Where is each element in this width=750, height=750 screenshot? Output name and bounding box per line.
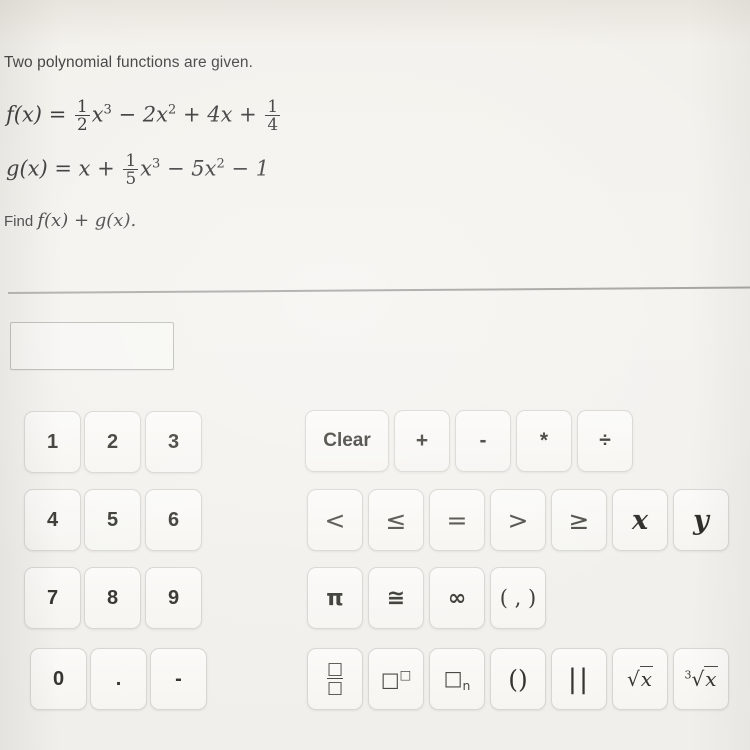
equation-g-term1-exponent: 3 bbox=[152, 156, 161, 172]
equation-g-term1-variable: x bbox=[140, 156, 152, 181]
equation-f-leading-fraction-denominator: 2 bbox=[75, 114, 90, 135]
key-2[interactable]: 2 bbox=[84, 411, 141, 473]
subscript-template-index: n bbox=[462, 677, 471, 693]
answer-input[interactable] bbox=[10, 322, 174, 370]
key-8[interactable]: 8 bbox=[84, 567, 141, 629]
equation-f-constant-fraction-denominator: 4 bbox=[265, 114, 281, 135]
equation-f-name: f(x) bbox=[6, 102, 43, 127]
key-equals[interactable]: = bbox=[429, 489, 485, 551]
key-nth-root[interactable]: 3√x bbox=[673, 648, 729, 710]
key-pi[interactable]: π bbox=[307, 567, 363, 629]
key-infinity[interactable]: ∞ bbox=[429, 567, 485, 629]
problem-instruction: Find f(x) + g(x). bbox=[4, 210, 136, 231]
key-1[interactable]: 1 bbox=[24, 411, 81, 473]
key-clear[interactable]: Clear bbox=[305, 410, 389, 472]
equation-g-lead-term: x + bbox=[78, 156, 115, 181]
subscript-template-icon: □n bbox=[444, 666, 471, 693]
key-absolute-value[interactable]: || bbox=[551, 648, 607, 710]
problem-prompt: Two polynomial functions are given. bbox=[4, 54, 254, 71]
equation-f-term1-variable: x bbox=[91, 102, 104, 127]
equation-f-constant-fraction-numerator: 1 bbox=[267, 96, 279, 116]
problem-instruction-prefix: Find bbox=[4, 213, 34, 230]
key-variable-x[interactable]: x bbox=[612, 489, 668, 551]
equation-g-leading-fraction-denominator: 5 bbox=[123, 168, 139, 189]
key-greater-than[interactable]: > bbox=[490, 489, 546, 551]
key-4[interactable]: 4 bbox=[24, 489, 81, 551]
key-subtract[interactable]: - bbox=[455, 410, 511, 472]
equation-g: g(x) = x + 1 5 x3 − 5x2 − 1 bbox=[6, 150, 270, 189]
key-divide[interactable]: ÷ bbox=[577, 410, 633, 472]
subscript-template-base: □ bbox=[443, 665, 463, 690]
parentheses-icon: () bbox=[508, 664, 528, 694]
key-less-than[interactable]: < bbox=[307, 489, 363, 551]
fraction-template-numerator: □ bbox=[326, 659, 344, 679]
problem-instruction-expression: f(x) + g(x). bbox=[37, 210, 137, 231]
equation-g-term2: − 5x bbox=[166, 156, 217, 181]
key-congruent[interactable]: ≅ bbox=[368, 567, 424, 629]
exponent-template-base: □ bbox=[380, 667, 400, 692]
square-root-icon: √x bbox=[626, 666, 654, 691]
key-9[interactable]: 9 bbox=[145, 567, 202, 629]
key-decimal-point[interactable]: . bbox=[90, 648, 147, 710]
key-subscript-template[interactable]: □n bbox=[429, 648, 485, 710]
key-3[interactable]: 3 bbox=[145, 411, 202, 473]
key-plus[interactable]: + bbox=[394, 410, 450, 472]
fraction-template-icon: □ □ bbox=[326, 659, 344, 698]
equation-f-term1-exponent: 3 bbox=[103, 102, 112, 118]
equation-g-term2-exponent: 2 bbox=[216, 156, 225, 172]
equation-f-leading-fraction-numerator: 1 bbox=[77, 96, 88, 116]
equation-f-term3: + 4x + bbox=[182, 102, 257, 127]
equation-g-equals: = bbox=[54, 156, 72, 181]
equation-f-leading-fraction: 1 2 bbox=[75, 96, 90, 135]
equation-f: f(x) = 1 2 x3 − 2x2 + 4x + 1 4 bbox=[6, 96, 282, 135]
equation-g-leading-fraction-numerator: 1 bbox=[125, 150, 137, 170]
key-exponent-template[interactable]: □□ bbox=[368, 648, 424, 710]
key-5[interactable]: 5 bbox=[84, 489, 141, 551]
key-0[interactable]: 0 bbox=[30, 648, 87, 710]
key-variable-y[interactable]: y bbox=[673, 489, 729, 551]
key-multiply[interactable]: * bbox=[516, 410, 572, 472]
key-fraction-template[interactable]: □ □ bbox=[307, 648, 363, 710]
section-divider bbox=[7, 286, 750, 294]
equation-g-leading-fraction: 1 5 bbox=[123, 150, 139, 189]
nth-root-radicand: x bbox=[704, 666, 718, 691]
equation-g-name: g(x) bbox=[6, 156, 48, 181]
worksheet-page: Two polynomial functions are given. f(x)… bbox=[0, 0, 750, 750]
key-parentheses[interactable]: () bbox=[490, 648, 546, 710]
exponent-template-exponent: □ bbox=[399, 666, 412, 682]
nth-root-radical: √ bbox=[691, 667, 705, 691]
equation-f-constant-fraction: 1 4 bbox=[265, 96, 281, 135]
square-root-radical: √ bbox=[626, 667, 640, 691]
key-minus-sign[interactable]: - bbox=[150, 648, 207, 710]
key-greater-than-or-equal[interactable]: ≥ bbox=[551, 489, 607, 551]
nth-root-icon: 3√x bbox=[684, 666, 718, 691]
key-6[interactable]: 6 bbox=[145, 489, 202, 551]
square-root-radicand: x bbox=[639, 666, 654, 691]
key-ordered-pair[interactable]: ( , ) bbox=[490, 567, 546, 629]
key-7[interactable]: 7 bbox=[24, 567, 81, 629]
equation-f-equals: = bbox=[48, 102, 67, 127]
key-square-root[interactable]: √x bbox=[612, 648, 668, 710]
equation-f-term2: − 2x bbox=[118, 102, 168, 127]
fraction-template-denominator: □ bbox=[326, 678, 344, 698]
exponent-template-icon: □□ bbox=[381, 667, 412, 692]
equation-g-term3: − 1 bbox=[231, 156, 270, 181]
equation-f-term2-exponent: 2 bbox=[167, 102, 177, 118]
absolute-value-icon: || bbox=[567, 663, 591, 695]
key-less-than-or-equal[interactable]: ≤ bbox=[368, 489, 424, 551]
